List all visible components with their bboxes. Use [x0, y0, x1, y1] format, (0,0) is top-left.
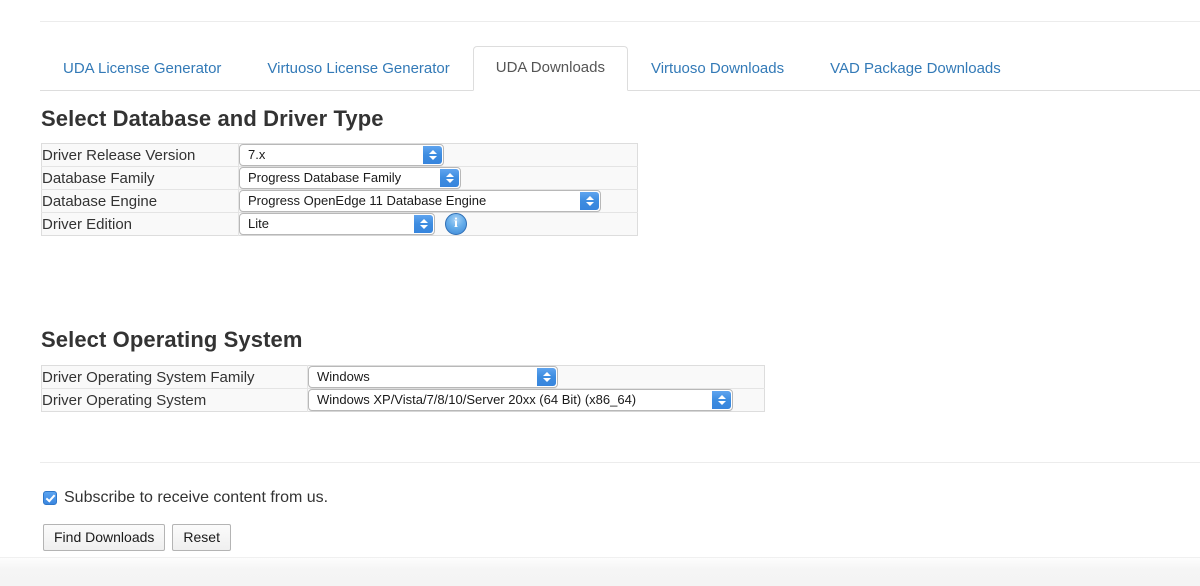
table-row: Database Engine Progress OpenEdge 11 Dat… [41, 189, 638, 213]
tab-uda-downloads[interactable]: UDA Downloads [472, 46, 628, 91]
field-wrap: Windows XP/Vista/7/8/10/Server 20xx (64 … [308, 389, 764, 411]
subscribe-checkbox[interactable] [43, 491, 57, 505]
select-database-family[interactable]: Progress Database Family [239, 167, 461, 189]
find-downloads-button[interactable]: Find Downloads [43, 524, 166, 551]
field-database-engine: Progress OpenEdge 11 Database Engine [238, 189, 638, 213]
select-value: Progress OpenEdge 11 Database Engine [248, 193, 487, 208]
field-wrap: Lite i [239, 213, 637, 235]
table-row: Driver Edition Lite i [41, 212, 638, 236]
field-driver-edition: Lite i [238, 212, 638, 236]
field-wrap: Progress Database Family [239, 167, 637, 189]
page-footer [0, 557, 1200, 586]
page-title-database-driver: Select Database and Driver Type [41, 106, 384, 131]
info-icon[interactable]: i [445, 213, 467, 235]
database-driver-table: Driver Release Version 7.x Database Fami… [41, 143, 638, 236]
select-value: 7.x [248, 147, 266, 162]
table-row: Driver Operating System Family Windows [41, 365, 765, 389]
tab-vad-package-downloads[interactable]: VAD Package Downloads [807, 47, 1024, 91]
chevron-updown-icon[interactable] [423, 146, 442, 164]
field-driver-os: Windows XP/Vista/7/8/10/Server 20xx (64 … [307, 388, 765, 412]
tab-virtuoso-downloads[interactable]: Virtuoso Downloads [628, 47, 807, 91]
label-driver-release-version: Driver Release Version [41, 143, 239, 167]
tab-bar: UDA License Generator Virtuoso License G… [40, 44, 1200, 91]
table-row: Driver Operating System Windows XP/Vista… [41, 388, 765, 412]
page-root: UDA License Generator Virtuoso License G… [0, 0, 1200, 586]
select-database-engine[interactable]: Progress OpenEdge 11 Database Engine [239, 190, 601, 212]
field-wrap: Windows [308, 366, 764, 388]
field-database-family: Progress Database Family [238, 166, 638, 190]
select-value: Progress Database Family [248, 170, 402, 185]
chevron-updown-icon[interactable] [712, 391, 731, 409]
subscribe-row: Subscribe to receive content from us. [43, 489, 328, 507]
field-wrap: 7.x [239, 144, 637, 166]
label-driver-os: Driver Operating System [41, 388, 308, 412]
field-driver-release-version: 7.x [238, 143, 638, 167]
label-driver-os-family: Driver Operating System Family [41, 365, 308, 389]
select-driver-release-version[interactable]: 7.x [239, 144, 444, 166]
subscribe-label[interactable]: Subscribe to receive content from us. [64, 489, 328, 507]
select-driver-edition[interactable]: Lite [239, 213, 435, 235]
field-driver-os-family: Windows [307, 365, 765, 389]
table-row: Database Family Progress Database Family [41, 166, 638, 190]
operating-system-table: Driver Operating System Family Windows D… [41, 365, 765, 412]
field-wrap: Progress OpenEdge 11 Database Engine [239, 190, 637, 212]
chevron-updown-icon[interactable] [580, 192, 599, 210]
page-title-operating-system: Select Operating System [41, 327, 303, 352]
chevron-updown-icon[interactable] [440, 169, 459, 187]
chevron-updown-icon[interactable] [414, 215, 433, 233]
select-value: Windows [317, 369, 370, 384]
chevron-updown-icon[interactable] [537, 368, 556, 386]
label-driver-edition: Driver Edition [41, 212, 239, 236]
select-driver-os-family[interactable]: Windows [308, 366, 558, 388]
tab-uda-license-generator[interactable]: UDA License Generator [40, 47, 244, 91]
select-value: Lite [248, 216, 269, 231]
button-row: Find Downloads Reset [43, 524, 231, 551]
table-row: Driver Release Version 7.x [41, 143, 638, 167]
section-divider [40, 462, 1200, 463]
label-database-family: Database Family [41, 166, 239, 190]
select-driver-os[interactable]: Windows XP/Vista/7/8/10/Server 20xx (64 … [308, 389, 733, 411]
select-value: Windows XP/Vista/7/8/10/Server 20xx (64 … [317, 392, 637, 407]
top-divider [40, 21, 1200, 22]
tab-virtuoso-license-generator[interactable]: Virtuoso License Generator [244, 47, 472, 91]
reset-button[interactable]: Reset [172, 524, 231, 551]
label-database-engine: Database Engine [41, 189, 239, 213]
